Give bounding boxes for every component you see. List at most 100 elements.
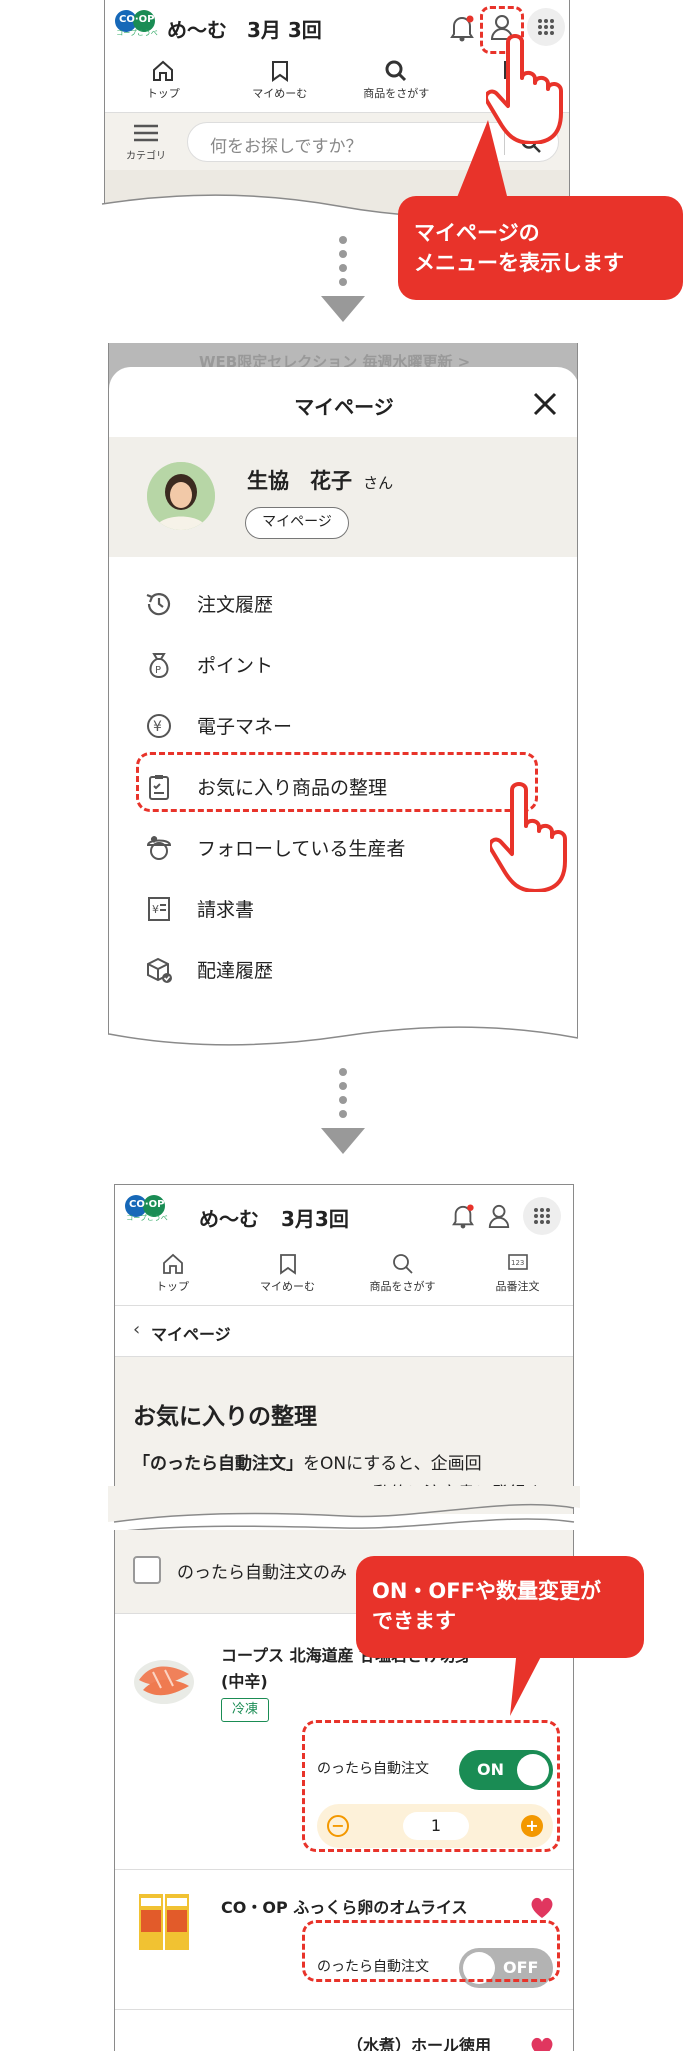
nav-my-meemu-label: マイめーむ [252, 87, 308, 100]
menu-order-history-label: 注文履歴 [197, 594, 274, 616]
wave-divider-2 [104, 1026, 582, 1064]
frozen-tag-label: 冷凍 [231, 1702, 258, 1717]
menu-delivery-history[interactable]: 配達履歴 [109, 939, 577, 1000]
product1-name-line2: (中辛) [221, 1672, 268, 1691]
home-icon-2 [162, 1253, 183, 1274]
coop-logo-2: CO·OP コープこうべ [125, 1193, 169, 1231]
callout1-line1: マイページの [414, 221, 540, 245]
menu-delivery-history-label: 配達履歴 [197, 960, 274, 982]
user-panel: 生協 花子 さん マイページ [109, 437, 577, 557]
item-number-icon-2: 123 [507, 1254, 528, 1270]
close-icon[interactable] [532, 391, 558, 417]
frozen-tag: 冷凍 [221, 1698, 269, 1722]
flow-arrow-1 [321, 296, 365, 322]
apps-grid-icon-2[interactable] [523, 1197, 561, 1235]
favorite-heart-icon[interactable] [529, 1896, 555, 1920]
bell-icon-2[interactable] [451, 1203, 475, 1233]
menu-producers-label: フォローしている生産者 [197, 838, 406, 860]
nav-search-2[interactable]: 商品をさがす [348, 1253, 458, 1294]
user-name: 生協 花子 [247, 469, 352, 493]
app-name: め〜む [167, 18, 227, 42]
main-nav-2: トップ マイめーむ 商品をさがす 123 品番注文 [115, 1253, 573, 1294]
nav-search-label-2: 商品をさがす [369, 1280, 436, 1293]
svg-text:123: 123 [511, 1259, 524, 1267]
invoice-icon: ¥ [148, 896, 170, 921]
yen-coin-icon: ¥ [147, 713, 171, 738]
home-icon [153, 60, 174, 81]
app-name-2: め〜む [199, 1207, 259, 1231]
filter-label: のったら自動注文のみ [177, 1563, 347, 1583]
mypage-sheet: マイページ 生協 花子 さん マイページ 注文履歴 P ポイント ¥ 電子マネー [109, 367, 577, 1043]
nav-my-meemu-2[interactable]: マイめーむ [233, 1253, 343, 1294]
nav-my-meemu-label-2: マイめーむ [260, 1280, 315, 1293]
producer-icon [146, 835, 172, 860]
category-label: カテゴリ [126, 151, 166, 162]
nav-top[interactable]: トップ [108, 60, 218, 101]
nav-item-number-label-2: 品番注文 [495, 1280, 540, 1293]
user-icon-2[interactable] [487, 1203, 511, 1233]
svg-text:¥: ¥ [153, 719, 162, 735]
avatar [147, 462, 215, 530]
search-placeholder: 何をお探しですか？ [210, 137, 363, 157]
favorite-heart-icon-3[interactable] [529, 2036, 555, 2051]
bell-icon[interactable] [449, 14, 475, 46]
mypage-button-label: マイページ [262, 514, 332, 530]
nav-my-meemu[interactable]: マイめーむ [225, 60, 335, 101]
bookmark-heart-icon [271, 61, 288, 82]
callout-toggle-quantity: ON・OFFや数量変更が できます [356, 1556, 644, 1658]
issue-label: 3月 3回 [247, 18, 322, 42]
svg-text:¥: ¥ [152, 903, 159, 916]
bookmark-heart-icon-2 [279, 1254, 296, 1275]
menu-e-money-label: 電子マネー [197, 716, 293, 738]
nav-search-label: 商品をさがす [363, 87, 430, 100]
wave-divider-3 [108, 1486, 580, 1536]
flow-arrow-2 [321, 1128, 365, 1154]
coop-logo: CO·OP コープこうべ [115, 8, 159, 46]
menu-invoice-label: 請求書 [197, 899, 255, 921]
back-label: マイページ [151, 1325, 231, 1344]
nav-search[interactable]: 商品をさがす [341, 60, 451, 101]
chevron-left-icon: ‹ [133, 1319, 141, 1340]
favorites-highlight [136, 752, 538, 812]
menu-order-history[interactable]: 注文履歴 [109, 573, 577, 634]
step3-screen: CO·OP コープこうべ め〜む 3月3回 トップ マイめーむ 商品をさがす 1… [114, 1184, 574, 1514]
flow-dots-1 [336, 236, 350, 292]
omurice-product-image [139, 1894, 189, 1950]
svg-text:P: P [155, 665, 161, 676]
callout2-line2: できます [372, 1609, 456, 1633]
menu-points-label: ポイント [197, 655, 274, 677]
back-breadcrumb[interactable]: ‹ マイページ [115, 1305, 573, 1357]
issue-label-2: 3月3回 [281, 1207, 349, 1231]
desc-rest: をONにすると、企画回 [303, 1454, 482, 1474]
magnifier-icon [385, 60, 407, 82]
flow-dots-2 [336, 1068, 350, 1124]
page-title: お気に入りの整理 [133, 1404, 317, 1430]
step2-screen: WEB限定セレクション 毎週水曜更新 > マイページ 生協 花子 さん マイペー… [108, 343, 578, 1043]
category-button[interactable]: カテゴリ [121, 123, 171, 162]
nav-item-number-2[interactable]: 123 品番注文 [463, 1253, 573, 1294]
callout1-line2: メニューを表示します [414, 251, 624, 275]
desc-bold: 「のったら自動注文」 [133, 1454, 303, 1474]
toggle-quantity-highlight [302, 1720, 560, 1852]
point-bag-icon: P [149, 652, 169, 678]
product2-name: CO・OP ふっくら卵のオムライス [221, 1898, 468, 1917]
toggle-off-highlight [302, 1920, 560, 1982]
menu-points[interactable]: P ポイント [109, 634, 577, 695]
pointing-hand-icon-2 [490, 782, 567, 892]
filter-checkbox[interactable] [133, 1556, 161, 1584]
menu-e-money[interactable]: ¥ 電子マネー [109, 695, 577, 756]
user-suffix: さん [363, 474, 394, 492]
hamburger-icon [134, 124, 158, 142]
salmon-product-image [134, 1660, 194, 1704]
delivery-box-icon [147, 957, 172, 983]
nav-top-2[interactable]: トップ [118, 1253, 228, 1294]
mypage-button[interactable]: マイページ [245, 507, 349, 539]
history-icon [146, 592, 171, 615]
product3-name: （水煮）ホール徳用 [347, 2036, 492, 2051]
callout-mypage-menu: マイページの メニューを表示します [398, 196, 683, 300]
callout2-line1: ON・OFFや数量変更が [372, 1579, 601, 1603]
nav-top-label: トップ [146, 87, 180, 100]
product-card-3: （水煮）ホール徳用 [115, 2010, 573, 2051]
sheet-title: マイページ [294, 395, 394, 419]
magnifier-icon-2 [392, 1254, 413, 1274]
